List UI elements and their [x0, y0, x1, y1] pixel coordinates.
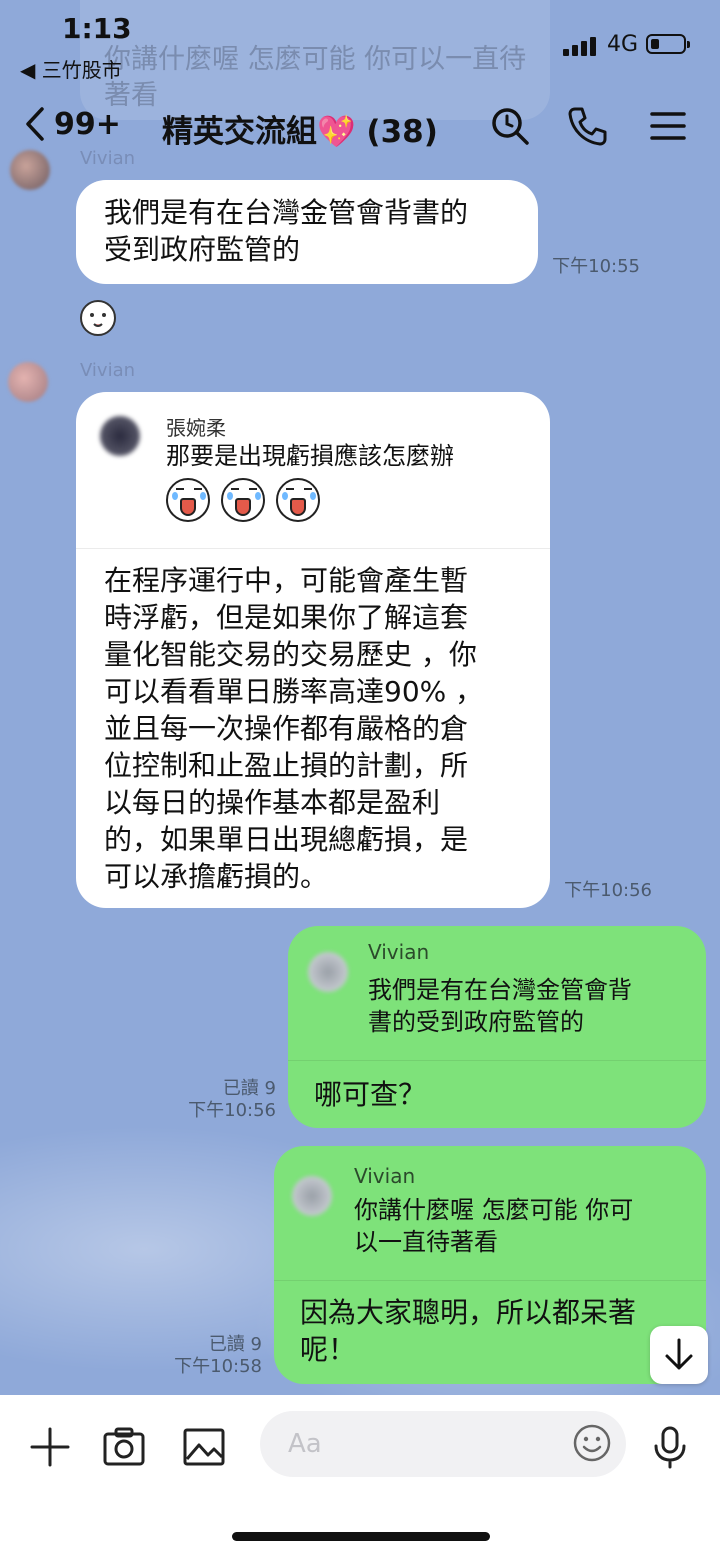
menu-icon[interactable] — [646, 104, 690, 148]
unread-count: 99+ — [54, 106, 121, 142]
reply-divider — [288, 1060, 706, 1061]
avatar[interactable] — [10, 150, 50, 190]
reply-preview[interactable]: Vivian 你講什麼喔 怎麼可能 你可 以一直待著看 — [274, 1146, 706, 1280]
message-text: 我們是有在台灣金管會背書的 受到政府監管的 — [104, 196, 469, 266]
chat-title: 精英交流組💖 (38) — [162, 106, 438, 151]
reply-avatar — [100, 416, 140, 456]
reply-preview[interactable]: 張婉柔 那要是出現虧損應該怎麼辦 — [76, 392, 550, 548]
mic-icon[interactable] — [648, 1425, 692, 1469]
message-time: 下午10:58 — [174, 1356, 262, 1377]
reply-preview[interactable]: Vivian 我們是有在台灣金管會背 書的受到政府監管的 — [288, 926, 706, 1060]
message-time: 下午10:56 — [188, 1100, 276, 1121]
back-chevron-icon — [26, 107, 44, 141]
member-count: (38) — [366, 114, 438, 150]
input-bar — [0, 1395, 720, 1559]
reply-avatar — [292, 1176, 332, 1216]
scroll-down-icon — [665, 1338, 693, 1370]
message-bubble-mine[interactable]: Vivian 我們是有在台灣金管會背 書的受到政府監管的 哪可查？ — [288, 926, 706, 1128]
reply-emoji-row — [166, 478, 326, 526]
reply-sender: Vivian — [354, 1164, 416, 1188]
crying-emoji-icon — [276, 478, 321, 522]
message-text: 哪可查？ — [314, 1078, 427, 1111]
sender-name: Vivian — [80, 148, 136, 169]
sticker-icon[interactable] — [78, 298, 118, 338]
phone-icon[interactable] — [566, 104, 610, 148]
battery-icon — [646, 34, 690, 54]
message-time: 下午10:55 — [552, 256, 640, 277]
read-receipt: 已讀 9 — [222, 1078, 276, 1099]
camera-icon[interactable] — [102, 1425, 146, 1469]
heart-emoji: 💖 — [317, 114, 356, 150]
back-to-app-link[interactable]: ◀ 三竹股市 — [20, 54, 122, 83]
message-bubble[interactable]: 我們是有在台灣金管會背書的 受到政府監管的 — [76, 180, 538, 284]
home-indicator — [232, 1532, 490, 1541]
reply-text: 你講什麼喔 怎麼可能 你可 以一直待著看 — [354, 1196, 634, 1256]
avatar[interactable] — [8, 362, 48, 402]
network-type: 4G — [607, 32, 639, 57]
message-time: 下午10:56 — [564, 880, 652, 901]
scroll-to-bottom-button[interactable] — [650, 1326, 708, 1384]
message-bubble[interactable]: 張婉柔 那要是出現虧損應該怎麼辦 在程序運行中，可能會產生暫 時浮虧，但是如果你… — [76, 392, 550, 908]
image-icon[interactable] — [182, 1425, 226, 1469]
crying-emoji-icon — [221, 478, 266, 522]
status-time: 1:13 — [62, 12, 132, 45]
reply-divider — [274, 1280, 706, 1281]
signal-icon — [563, 37, 596, 56]
status-bar: 1:13 ◀ 三竹股市 4G — [0, 0, 720, 90]
back-button[interactable]: 99+ — [22, 106, 121, 142]
message-text: 在程序運行中，可能會產生暫 時浮虧，但是如果你了解這套 量化智能交易的交易歷史 … — [104, 564, 484, 893]
plus-icon[interactable] — [28, 1425, 72, 1469]
reply-text: 我們是有在台灣金管會背 書的受到政府監管的 — [368, 976, 632, 1036]
crying-emoji-icon — [166, 478, 210, 522]
search-icon[interactable] — [488, 104, 532, 148]
sender-name: Vivian — [80, 360, 136, 381]
reply-sender: 張婉柔 — [166, 416, 226, 440]
reply-text: 那要是出現虧損應該怎麼辦 — [166, 442, 454, 470]
reply-sender: Vivian — [368, 940, 430, 964]
group-name: 精英交流組 — [162, 114, 317, 150]
emoji-icon[interactable] — [572, 1423, 612, 1463]
reply-divider — [76, 548, 550, 549]
read-receipt: 已讀 9 — [208, 1334, 262, 1355]
reply-avatar — [308, 952, 348, 992]
message-bubble-mine[interactable]: Vivian 你講什麼喔 怎麼可能 你可 以一直待著看 因為大家聰明，所以都呆著… — [274, 1146, 706, 1384]
message-text: 因為大家聰明，所以都呆著 呢！ — [300, 1296, 637, 1366]
